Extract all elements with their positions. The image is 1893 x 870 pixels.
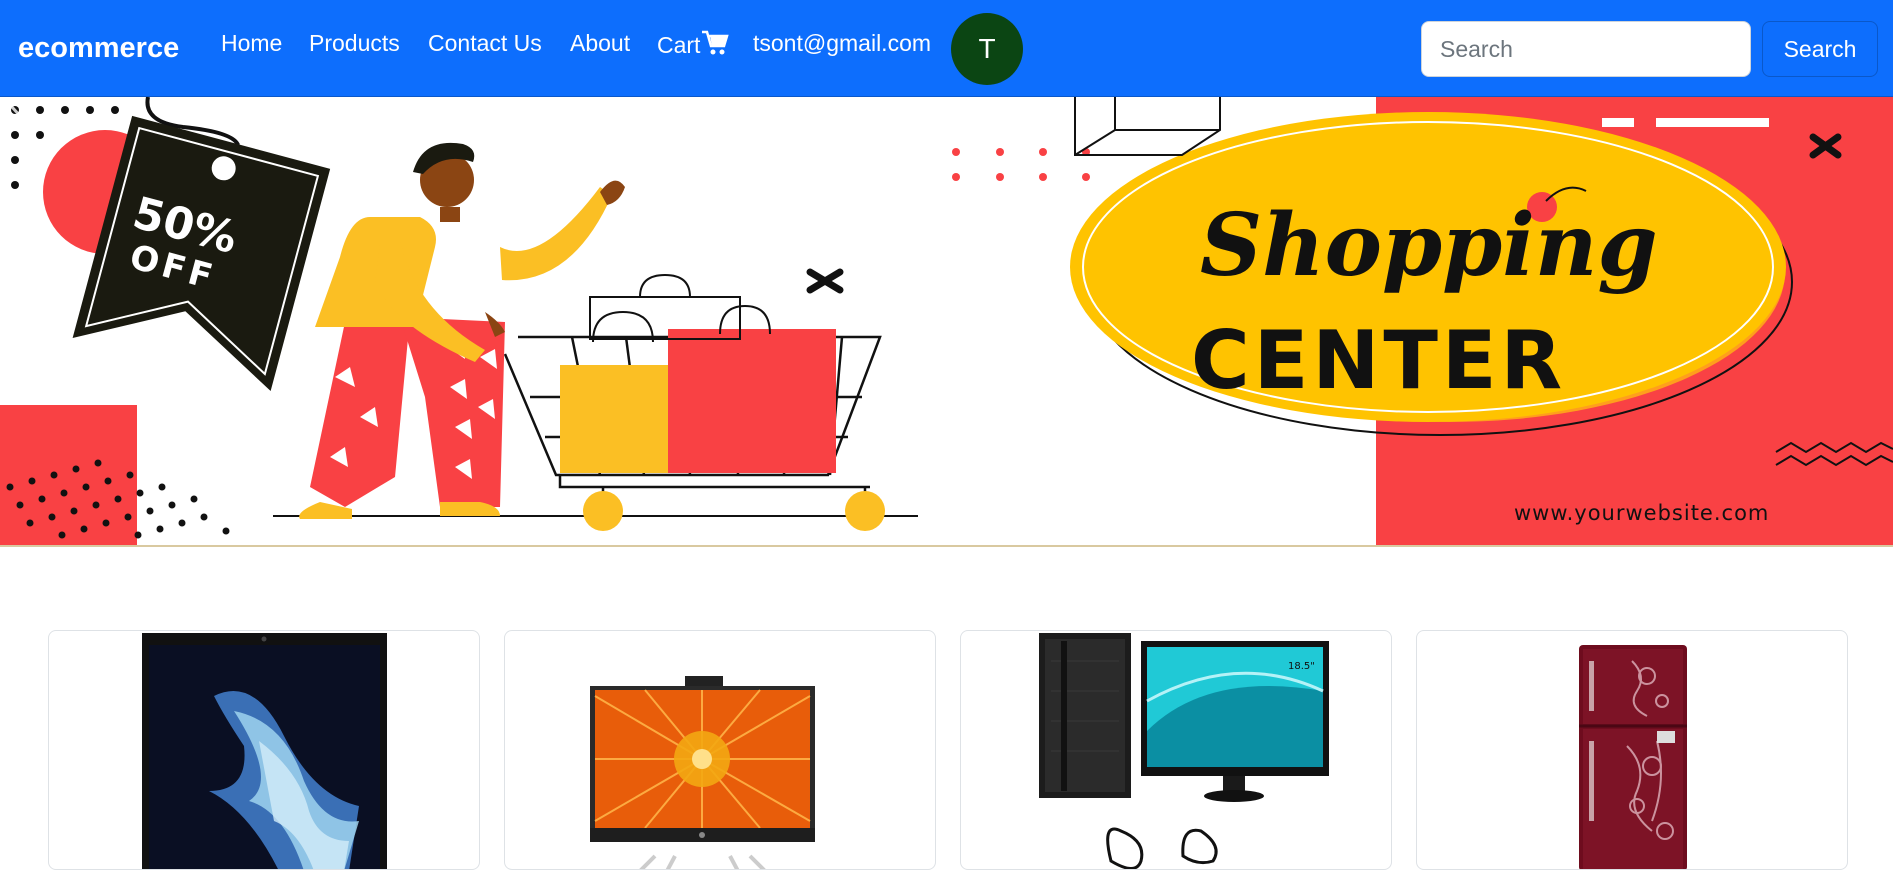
banner-website: www.yourwebsite.com bbox=[1514, 501, 1769, 525]
svg-text:18.5": 18.5" bbox=[1288, 661, 1315, 672]
nav-about[interactable]: About bbox=[570, 30, 630, 57]
cart-icon bbox=[702, 30, 730, 55]
navbar: ecommerce Home Products Contact Us About… bbox=[0, 0, 1893, 97]
product-image-desktop bbox=[590, 676, 815, 869]
hero-banner: 50% OFF Shopping CENTER www.yourwebsite.… bbox=[0, 97, 1893, 547]
chevron-right-icon[interactable] bbox=[0, 97, 40, 157]
avatar[interactable]: T bbox=[951, 13, 1023, 85]
nav-products[interactable]: Products bbox=[309, 30, 400, 57]
product-card[interactable] bbox=[1416, 630, 1848, 870]
brand-logo[interactable]: ecommerce bbox=[18, 32, 179, 65]
close-mark-icon-center bbox=[806, 268, 844, 294]
nav-contact-us[interactable]: Contact Us bbox=[428, 30, 542, 57]
search-input[interactable] bbox=[1421, 21, 1751, 77]
banner-illustration: 50% OFF Shopping CENTER www.yourwebsite.… bbox=[0, 97, 1893, 545]
product-card[interactable] bbox=[504, 630, 936, 870]
product-image-refrigerator bbox=[1579, 645, 1687, 869]
product-image-pc-set: 18.5" bbox=[1039, 633, 1329, 869]
nav-cart-label: Cart bbox=[657, 32, 701, 58]
nav-cart[interactable]: Cart bbox=[657, 30, 730, 59]
banner-headline-bold: CENTER bbox=[1191, 314, 1566, 407]
user-email[interactable]: tsont@gmail.com bbox=[753, 30, 931, 57]
product-card[interactable] bbox=[48, 630, 480, 870]
banner-headline-script: Shopping bbox=[1200, 195, 1658, 296]
product-image-laptop bbox=[142, 633, 387, 869]
nav-home[interactable]: Home bbox=[221, 30, 282, 57]
search-button[interactable]: Search bbox=[1762, 21, 1878, 77]
product-card[interactable]: 18.5" bbox=[960, 630, 1392, 870]
